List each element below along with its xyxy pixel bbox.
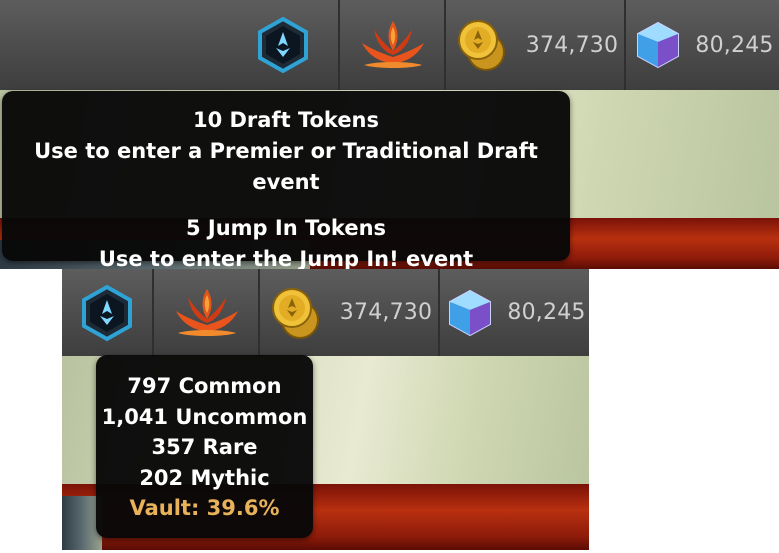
wildcard-segment[interactable] xyxy=(338,0,446,90)
mastery-segment[interactable] xyxy=(62,269,152,356)
mastery-segment[interactable] xyxy=(0,0,338,90)
mastery-pass-icon[interactable] xyxy=(254,16,312,74)
gems-amount: 80,245 xyxy=(695,32,774,58)
jump-in-tokens-description: Use to enter the Jump In! event xyxy=(98,247,474,269)
mythic-count: 202 Mythic xyxy=(139,465,270,490)
mastery-pass-icon[interactable] xyxy=(78,284,136,342)
currency-bar: 374,730 80,245 xyxy=(0,0,779,91)
gem-icon xyxy=(445,288,495,338)
draft-tokens-description: Use to enter a Premier or Traditional Dr… xyxy=(34,139,538,194)
draft-tokens-title: 10 Draft Tokens xyxy=(192,108,380,132)
gold-coins-icon xyxy=(454,16,512,74)
gold-segment[interactable]: 374,730 xyxy=(258,269,440,356)
collection-tooltip: 797 Common 1,041 Uncommon 357 Rare 202 M… xyxy=(96,355,313,538)
common-count: 797 Common xyxy=(127,374,282,398)
wildcard-lotus-icon[interactable] xyxy=(356,17,430,73)
rare-count: 357 Rare xyxy=(151,435,258,459)
jump-in-tokens-title: 5 Jump In Tokens xyxy=(185,216,387,240)
gold-amount: 374,730 xyxy=(339,300,433,325)
gem-icon xyxy=(633,20,683,70)
currency-bar: 374,730 80,245 xyxy=(62,269,589,357)
wildcard-segment[interactable] xyxy=(152,269,260,356)
gems-segment[interactable]: 80,245 xyxy=(624,0,779,90)
gems-segment[interactable]: 80,245 xyxy=(438,269,589,356)
tokens-tooltip: 10 Draft Tokens Use to enter a Premier o… xyxy=(2,91,570,269)
uncommon-count: 1,041 Uncommon xyxy=(101,404,308,429)
vault-progress: Vault: 39.6% xyxy=(129,496,280,520)
gems-amount: 80,245 xyxy=(507,300,586,325)
bottom-screenshot-panel: 374,730 80,245 797 Common 1,041 Uncommon… xyxy=(62,269,589,550)
gold-segment[interactable]: 374,730 xyxy=(444,0,626,90)
gold-amount: 374,730 xyxy=(525,32,619,58)
top-screenshot-panel: 374,730 80,245 10 Draft Tokens Use to en… xyxy=(0,0,779,269)
gold-coins-icon xyxy=(268,284,326,342)
wildcard-lotus-icon[interactable] xyxy=(170,285,244,341)
